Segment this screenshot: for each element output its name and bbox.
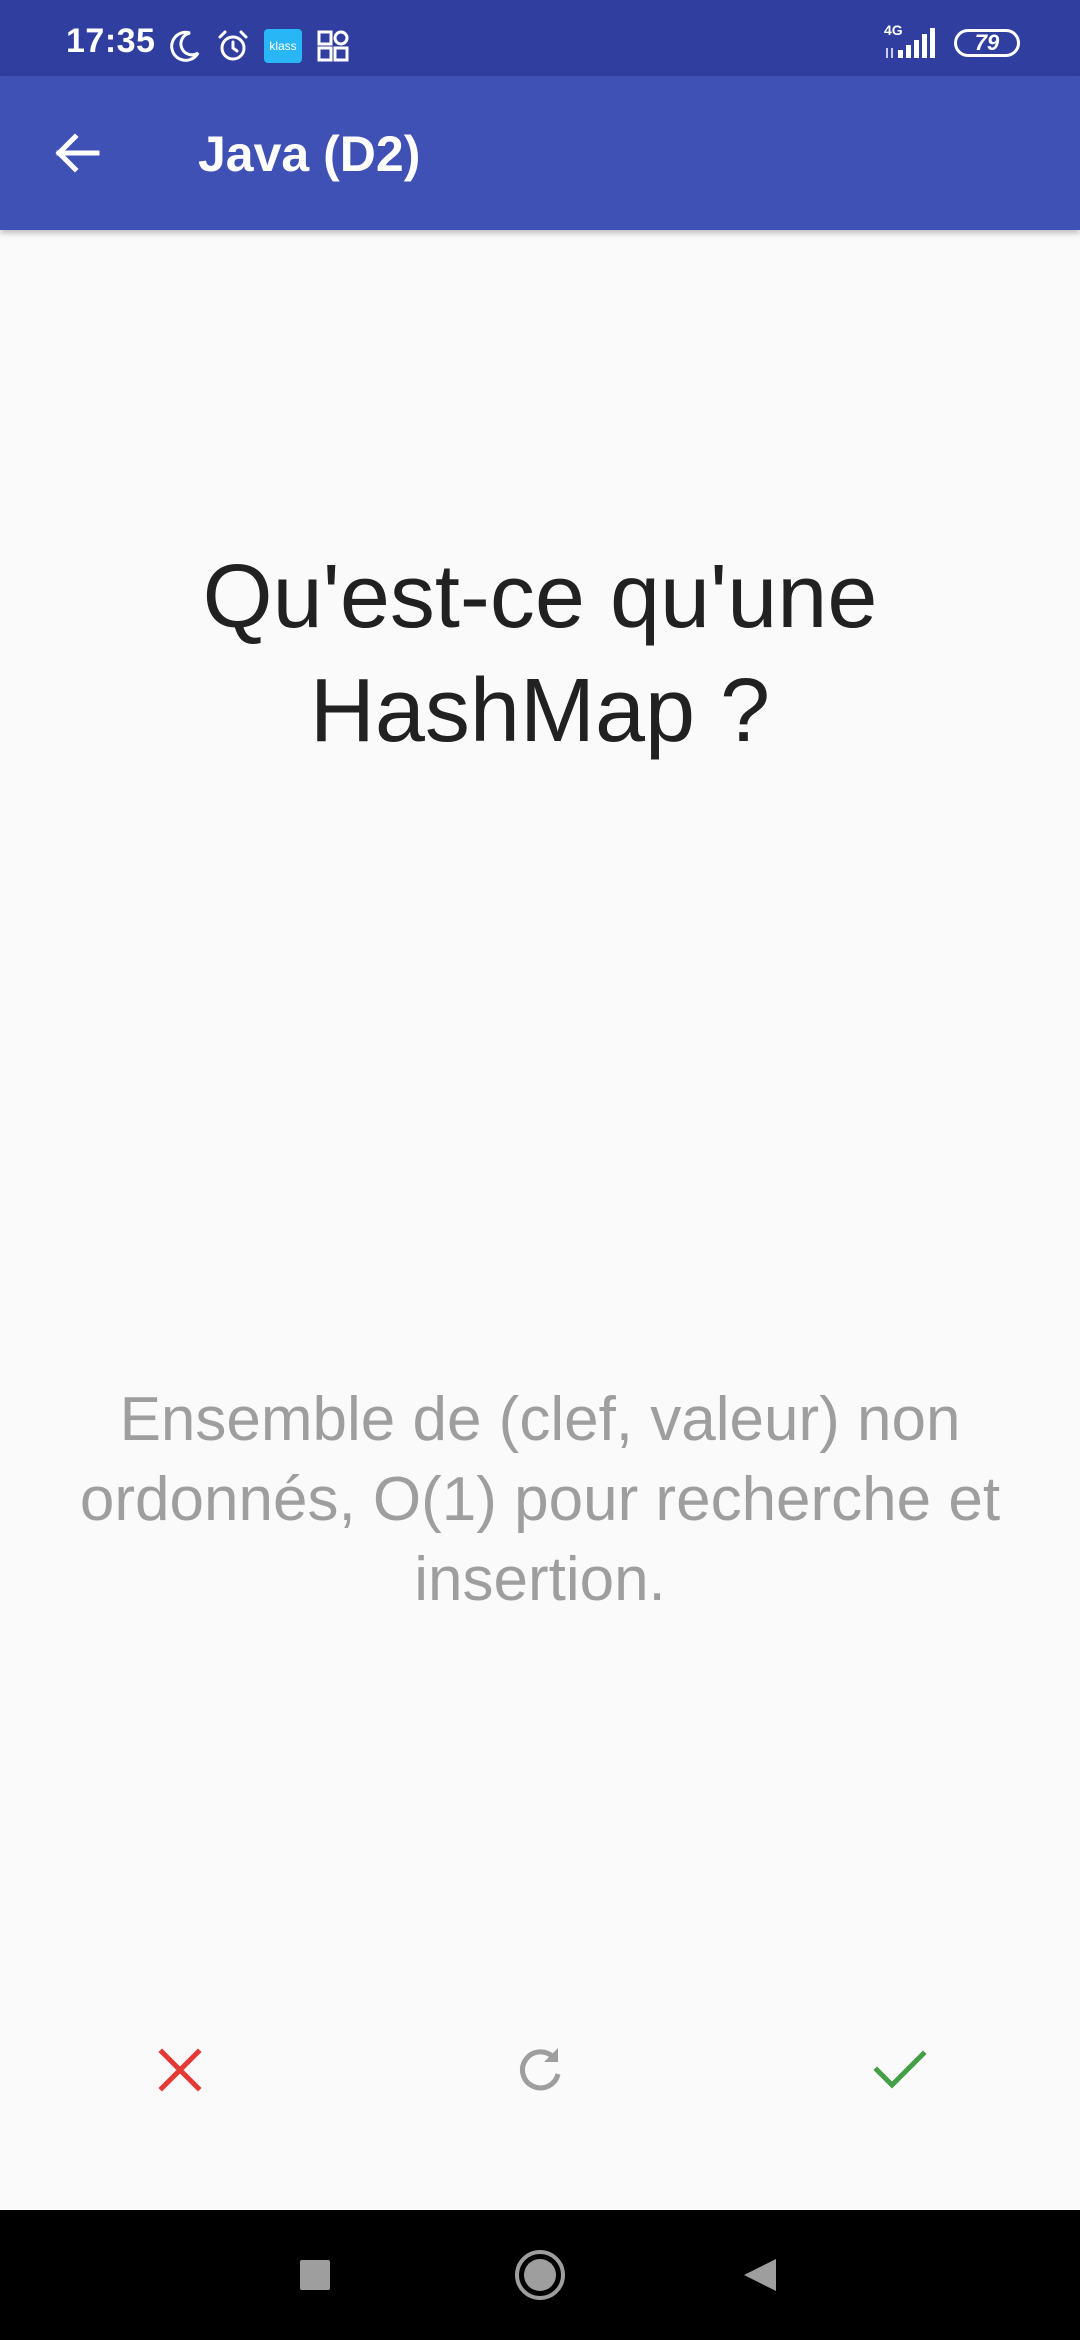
alarm-icon xyxy=(216,29,250,63)
moon-icon xyxy=(168,29,202,63)
flashcard-answer: Ensemble de (clef, valeur) non ordonnés,… xyxy=(79,1385,1001,1614)
triangle-back-icon xyxy=(744,2259,776,2291)
wrong-answer-button[interactable] xyxy=(130,2020,230,2120)
page-title: Java (D2) xyxy=(198,126,421,182)
nav-home-button[interactable] xyxy=(500,2235,580,2315)
answer-actions xyxy=(0,2020,1080,2120)
close-icon xyxy=(158,2048,202,2092)
status-icons-left: klass xyxy=(168,26,350,66)
refresh-icon xyxy=(520,2048,561,2091)
app-bar: Java (D2) xyxy=(0,76,1080,230)
battery-icon: 79 xyxy=(954,29,1020,57)
correct-answer-button[interactable] xyxy=(850,2020,950,2120)
status-icons-right: 4G 79 xyxy=(884,22,1020,60)
check-icon xyxy=(873,2050,927,2089)
arrow-back-icon xyxy=(55,133,100,173)
circle-home-icon xyxy=(515,2250,565,2300)
network-type: 4G xyxy=(884,22,903,38)
klass-app-icon: klass xyxy=(264,29,302,63)
square-recents-icon xyxy=(300,2260,330,2290)
nav-recents-button[interactable] xyxy=(275,2235,355,2315)
back-button[interactable] xyxy=(44,120,110,186)
grid-app-icon xyxy=(316,29,350,63)
status-time: 17:35 xyxy=(66,22,156,60)
nav-back-button[interactable] xyxy=(720,2235,800,2315)
status-bar: 17:35 klass 4G 79 xyxy=(0,0,1080,76)
signal-icon: 4G xyxy=(884,22,940,60)
repeat-button[interactable] xyxy=(490,2020,590,2120)
system-nav-bar xyxy=(0,2210,1080,2340)
flashcard-question: Qu'est-ce qu'une HashMap ? xyxy=(202,547,878,761)
